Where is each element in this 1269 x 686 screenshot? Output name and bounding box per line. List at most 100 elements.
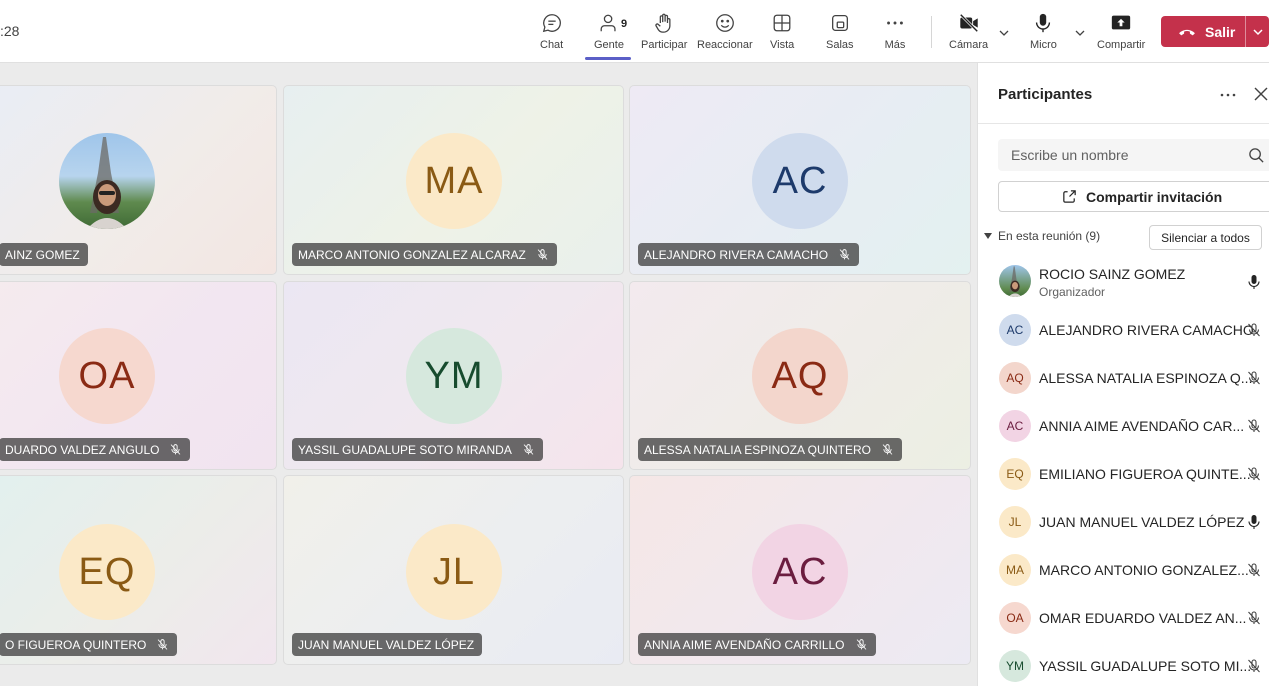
more-options-icon[interactable] (1218, 85, 1238, 105)
participant-name-tag: YASSIL GUADALUPE SOTO MIRANDA (292, 438, 543, 461)
share-invite-button[interactable]: Compartir invitación (998, 181, 1269, 212)
leave-label: Salir (1205, 23, 1236, 40)
chat-icon (542, 14, 561, 33)
participant-row[interactable]: MA MARCO ANTONIO GONZALEZ... (978, 546, 1269, 594)
participant-name: ROCIO SAINZ GOMEZ (1039, 266, 1186, 282)
video-tile[interactable]: AC ALEJANDRO RIVERA CAMACHO (629, 85, 971, 275)
mic-off-icon (1248, 323, 1260, 337)
panel-divider (978, 123, 1269, 124)
raise-hand-label: Participar (641, 39, 688, 51)
mic-off-icon (882, 444, 893, 455)
participant-search[interactable] (998, 139, 1269, 171)
hang-up-icon (1179, 29, 1195, 35)
chevron-down-icon (1252, 28, 1263, 35)
video-tile[interactable]: JL JUAN MANUEL VALDEZ LÓPEZ (283, 475, 624, 665)
close-icon[interactable] (1252, 85, 1269, 103)
participant-name: ANNIA AIME AVENDAÑO CAR... (1039, 418, 1245, 434)
participant-photo (59, 133, 155, 229)
participant-row[interactable]: EQ EMILIANO FIGUEROA QUINTE... (978, 450, 1269, 498)
participant-search-input[interactable] (998, 139, 1238, 171)
share-invite-label: Compartir invitación (1086, 188, 1223, 205)
participant-row[interactable]: AC ALEJANDRO RIVERA CAMACHO (978, 306, 1269, 354)
mic-off-icon (1248, 611, 1260, 625)
camera-off-icon (959, 13, 978, 33)
participant-name-tag: O FIGUEROA QUINTERO (0, 633, 178, 656)
view-label: Vista (770, 39, 795, 51)
video-tile[interactable]: EQ O FIGUEROA QUINTERO (0, 475, 277, 665)
participant-row[interactable]: AC ANNIA AIME AVENDAÑO CAR... (978, 402, 1269, 450)
participant-avatar: AC (999, 314, 1031, 346)
people-icon (600, 14, 616, 32)
participant-row[interactable]: AQ ALESSA NATALIA ESPINOZA Q... (978, 354, 1269, 402)
video-tile[interactable]: MA MARCO ANTONIO GONZALEZ ALCARAZ (283, 85, 624, 275)
mic-off-icon (537, 249, 548, 260)
participant-name: AINZ GOMEZ (5, 247, 80, 262)
participant-row[interactable]: OA OMAR EDUARDO VALDEZ AN... (978, 594, 1269, 642)
mic-off-icon (856, 639, 866, 650)
video-tile[interactable]: AQ ALESSA NATALIA ESPINOZA QUINTERO (629, 281, 971, 470)
meeting-section-toggle[interactable]: En esta reunión (9) (984, 229, 1100, 243)
mute-all-button[interactable]: Silenciar a todos (1149, 225, 1262, 250)
participant-row[interactable]: YM YASSIL GUADALUPE SOTO MI... (978, 642, 1269, 686)
mic-options-chevron-icon[interactable] (1073, 26, 1087, 40)
leave-button[interactable]: Salir (1161, 16, 1269, 47)
collapse-caret-icon (984, 233, 992, 239)
participant-avatar: AC (752, 133, 848, 229)
video-tile[interactable]: AINZ GOMEZ (0, 85, 277, 275)
leave-options-button[interactable] (1245, 16, 1269, 47)
react-label: Reaccionar (697, 39, 753, 51)
video-tile[interactable]: AC ANNIA AIME AVENDAÑO CARRILLO (629, 475, 971, 665)
participant-name: YASSIL GUADALUPE SOTO MI... (1039, 658, 1252, 674)
participant-name: ALESSA NATALIA ESPINOZA QUINTERO (644, 442, 871, 457)
share-icon (1063, 190, 1076, 203)
eiffel-tower-photo-icon (1008, 266, 1022, 297)
more-icon (887, 21, 903, 25)
participant-name: O FIGUEROA QUINTERO (5, 637, 147, 652)
hand-icon (655, 13, 671, 33)
participant-name: MARCO ANTONIO GONZALEZ ALCARAZ (298, 247, 526, 262)
rooms-button[interactable]: Salas (826, 12, 854, 56)
mic-label: Micro (1030, 39, 1057, 51)
participant-name-tag: JUAN MANUEL VALDEZ LÓPEZ (292, 633, 483, 656)
share-screen-button[interactable]: Compartir (1097, 12, 1145, 56)
mic-off-icon (523, 444, 534, 455)
participant-avatar: JL (406, 524, 502, 620)
participant-avatar: YM (406, 328, 502, 424)
participant-name: ALESSA NATALIA ESPINOZA Q... (1039, 370, 1253, 386)
participant-avatar: YM (999, 650, 1031, 682)
mic-button[interactable]: Micro (1030, 12, 1057, 56)
search-icon (1249, 148, 1264, 163)
meeting-toolbar: :28 Chat 9 Gente Participar Reaccionar V… (0, 0, 1269, 63)
leave-main-area[interactable]: Salir (1161, 16, 1245, 47)
participant-name: ALEJANDRO RIVERA CAMACHO (1039, 322, 1254, 338)
raise-hand-button[interactable]: Participar (641, 12, 687, 56)
participant-name: ALEJANDRO RIVERA CAMACHO (644, 247, 829, 262)
people-button[interactable]: 9 Gente (594, 12, 627, 56)
toolbar-divider (931, 16, 932, 48)
view-button[interactable]: Vista (770, 12, 794, 56)
share-label: Compartir (1097, 39, 1146, 51)
participant-name: JUAN MANUEL VALDEZ LÓPEZ (298, 637, 475, 652)
video-tile[interactable]: YM YASSIL GUADALUPE SOTO MIRANDA (283, 281, 624, 470)
participant-name-tag: MARCO ANTONIO GONZALEZ ALCARAZ (292, 243, 557, 266)
participants-panel: Participantes Compartir invitación En es… (977, 63, 1269, 686)
meeting-section-label: En esta reunión (9) (998, 229, 1101, 243)
participant-avatar: JL (999, 506, 1031, 538)
camera-button[interactable]: Cámara (949, 12, 988, 56)
microphone-icon (1248, 515, 1260, 529)
participant-row[interactable]: JL JUAN MANUEL VALDEZ LÓPEZ (978, 498, 1269, 546)
video-tile[interactable]: OA DUARDO VALDEZ ANGULO (0, 281, 277, 470)
camera-options-chevron-icon[interactable] (997, 26, 1011, 40)
participant-avatar: OA (999, 602, 1031, 634)
react-button[interactable]: Reaccionar (697, 12, 753, 56)
microphone-icon (1248, 275, 1260, 289)
participant-row[interactable]: ROCIO SAINZ GOMEZ Organizador (978, 259, 1269, 307)
more-button[interactable]: Más (884, 12, 906, 56)
participant-avatar: EQ (999, 458, 1031, 490)
people-label: Gente (594, 39, 624, 51)
participant-name-tag: ANNIA AIME AVENDAÑO CARRILLO (638, 633, 876, 656)
mic-off-icon (1248, 563, 1260, 577)
participant-name-tag: ALEJANDRO RIVERA CAMACHO (638, 243, 860, 266)
mic-off-icon (1248, 419, 1260, 433)
chat-button[interactable]: Chat (540, 12, 563, 56)
